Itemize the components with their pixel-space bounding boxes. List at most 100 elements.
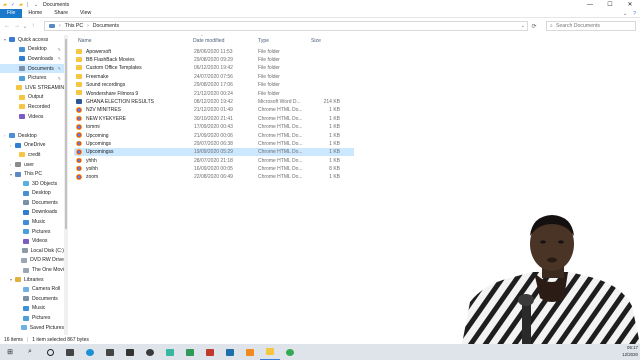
taskbar-vlc-button[interactable] (240, 344, 260, 360)
pin-icon[interactable]: ✎ (58, 76, 61, 81)
nav-item-label: DVD RW Drive (30, 257, 64, 264)
column-name[interactable]: Name (78, 38, 92, 44)
taskbar-filmora-button[interactable] (160, 344, 180, 360)
help-icon[interactable]: ? (633, 11, 636, 17)
search-box[interactable]: ⌕ (546, 21, 636, 31)
file-name: Wondershare Filmora 9 (86, 90, 139, 97)
address-tail: ⌄ (521, 22, 525, 30)
file-row[interactable]: Apowersoft 28/06/2020 11:53 File folder (74, 47, 354, 55)
refresh-button[interactable]: ⟳ (529, 21, 539, 31)
tab-home[interactable]: Home (22, 9, 48, 18)
file-row[interactable]: BB FlashBack Movies 29/08/2020 09:29 File … (74, 55, 354, 63)
nav-item-desktop[interactable]: Desktop (0, 189, 64, 199)
nav-scrollbar[interactable] (64, 35, 68, 335)
nav-item-pictures[interactable]: Pictures (0, 313, 64, 323)
tab-file[interactable]: File (0, 8, 23, 18)
forward-button[interactable]: → (12, 21, 22, 31)
address-dropdown-icon[interactable]: ⌄ (521, 23, 525, 29)
pin-icon[interactable]: ✎ (58, 66, 61, 71)
nav-item-documents[interactable]: Documents (0, 294, 64, 304)
file-row[interactable]: N2V MINITRES 21/12/2020 01:49 Chrome HTML … (74, 106, 354, 114)
tab-view[interactable]: View (74, 9, 97, 18)
nav-item-libraries[interactable]: ▾ Libraries (0, 275, 64, 285)
file-row[interactable]: Upcoming 21/09/2020 00:06 Chrome HTML Do..… (74, 131, 354, 139)
taskbar-explorer-button[interactable] (260, 344, 280, 360)
nav-item-live-streamin[interactable]: LIVE STREAMIN (0, 83, 64, 93)
nav-item-downloads[interactable]: Downloads (0, 208, 64, 218)
file-row[interactable]: yhhh 28/07/2020 21:18 Chrome HTML Do... 1 K… (74, 156, 354, 164)
taskbar-store-button[interactable] (100, 344, 120, 360)
taskview-icon (66, 348, 74, 356)
minimize-button[interactable]: — (580, 0, 600, 9)
nav-item-dvd-rw-drive[interactable]: DVD RW Drive (0, 256, 64, 266)
column-date-modified[interactable]: Date modified (193, 38, 224, 44)
file-row[interactable]: Custom Office Templates 06/12/2020 19:42 F… (74, 64, 354, 72)
column-type[interactable]: Type (258, 38, 269, 44)
tab-share[interactable]: Share (48, 9, 74, 18)
file-row[interactable]: zoom 22/08/2020 06:49 Chrome HTML Do... 1 K… (74, 173, 354, 181)
nav-scrollbar-thumb[interactable] (65, 39, 67, 229)
nav-item-this-pc[interactable]: ▾ This PC (0, 169, 64, 179)
file-row[interactable]: Sound recordings 29/08/2020 17:06 File fol… (74, 81, 354, 89)
taskbar-mail-button[interactable] (120, 344, 140, 360)
breadcrumb-documents[interactable]: Documents (93, 23, 119, 29)
nav-item-output[interactable]: Output (0, 93, 64, 103)
taskbar-obs-button[interactable] (140, 344, 160, 360)
nav-item-3d-objects[interactable]: 3D Objects (0, 179, 64, 189)
pin-icon[interactable]: ✎ (58, 56, 61, 61)
nav-item-credit[interactable]: credit (0, 150, 64, 160)
taskbar-search-button[interactable]: ⌕ (20, 344, 40, 360)
nav-item-desktop[interactable]: › Desktop (0, 131, 64, 141)
file-row[interactable]: GHANA ELECTION RESULTS 08/12/2020 19:42 Mi… (74, 97, 354, 105)
nav-item-quick-access[interactable]: ▾ Quick access (0, 35, 64, 45)
nav-item-downloads[interactable]: Downloads ✎ (0, 54, 64, 64)
nav-item-label: Music (32, 305, 46, 312)
nav-item-videos[interactable]: Videos (0, 236, 64, 246)
search-input[interactable] (555, 23, 634, 29)
file-row[interactable]: Freemake 24/07/2020 07:56 File folder (74, 72, 354, 80)
nav-item-videos[interactable]: Videos (0, 112, 64, 122)
taskbar-media-button[interactable] (200, 344, 220, 360)
file-row[interactable]: Wondershare Filmora 9 21/12/2020 00:24 Fil… (74, 89, 354, 97)
expand-ribbon-icon[interactable]: ⌄ (623, 11, 627, 17)
nav-item-documents[interactable]: Documents (0, 198, 64, 208)
breadcrumb-this-pc[interactable]: This PC (65, 23, 83, 29)
nav-item-pictures[interactable]: Pictures (0, 227, 64, 237)
file-row[interactable]: NEW KYEKYERE 30/10/2020 21:41 Chrome HTML … (74, 114, 354, 122)
file-row[interactable]: tommi 17/09/2020 00:43 Chrome HTML Do... 1 … (74, 123, 354, 131)
new-folder-icon[interactable]: ▰ (18, 2, 24, 8)
nav-item-music[interactable]: Music (0, 217, 64, 227)
taskbar-taskview-button[interactable] (60, 344, 80, 360)
file-row[interactable]: yoihh 16/09/2020 00:05 Chrome HTML Do... 8 … (74, 164, 354, 172)
file-row[interactable]: Upcomingss 19/09/2020 05:29 Chrome HTML Do… (74, 147, 354, 157)
properties-icon[interactable]: ✓ (10, 2, 16, 8)
file-type: Chrome HTML Do... (258, 115, 303, 122)
nav-item-music[interactable]: Music (0, 304, 64, 314)
nav-item-saved-pictures[interactable]: Saved Pictures (0, 323, 64, 333)
cortana-button[interactable] (40, 344, 60, 360)
up-button[interactable]: ↑ (28, 21, 38, 31)
start-button[interactable]: ⊞ (0, 344, 20, 360)
pin-icon[interactable]: ✎ (58, 47, 61, 52)
back-button[interactable]: ← (2, 21, 12, 31)
nav-item-pictures[interactable]: Pictures ✎ (0, 73, 64, 83)
nav-item-user[interactable]: › user (0, 160, 64, 170)
nav-item-recorded[interactable]: Recorded (0, 102, 64, 112)
address-bar[interactable]: › This PC › Documents ⌄ (44, 21, 528, 31)
taskbar-chrome-button[interactable] (280, 344, 300, 360)
column-size[interactable]: Size (311, 38, 321, 44)
file-row[interactable]: Upcomings 29/07/2020 06:38 Chrome HTML Do.… (74, 139, 354, 147)
taskbar-filmora2-button[interactable] (220, 344, 240, 360)
nav-item-camera-roll[interactable]: Camera Roll (0, 284, 64, 294)
nav-item-documents[interactable]: Documents ✎ (0, 63, 64, 74)
nav-item-the-one-movi[interactable]: The One Movi (0, 265, 64, 275)
quick-access-dropdown-icon[interactable]: ⌄ (33, 2, 39, 8)
maximize-button[interactable]: ☐ (600, 0, 620, 9)
nav-item-local-disk-c[interactable]: Local Disk (C:) (0, 246, 64, 256)
taskbar-camtasia-button[interactable] (180, 344, 200, 360)
close-button[interactable]: ✕ (620, 0, 640, 9)
nav-item-desktop[interactable]: Desktop ✎ (0, 45, 64, 55)
clock-date[interactable]: 12/2020 (622, 352, 638, 359)
nav-item-onedrive[interactable]: › OneDrive (0, 141, 64, 151)
taskbar-edge-button[interactable] (80, 344, 100, 360)
